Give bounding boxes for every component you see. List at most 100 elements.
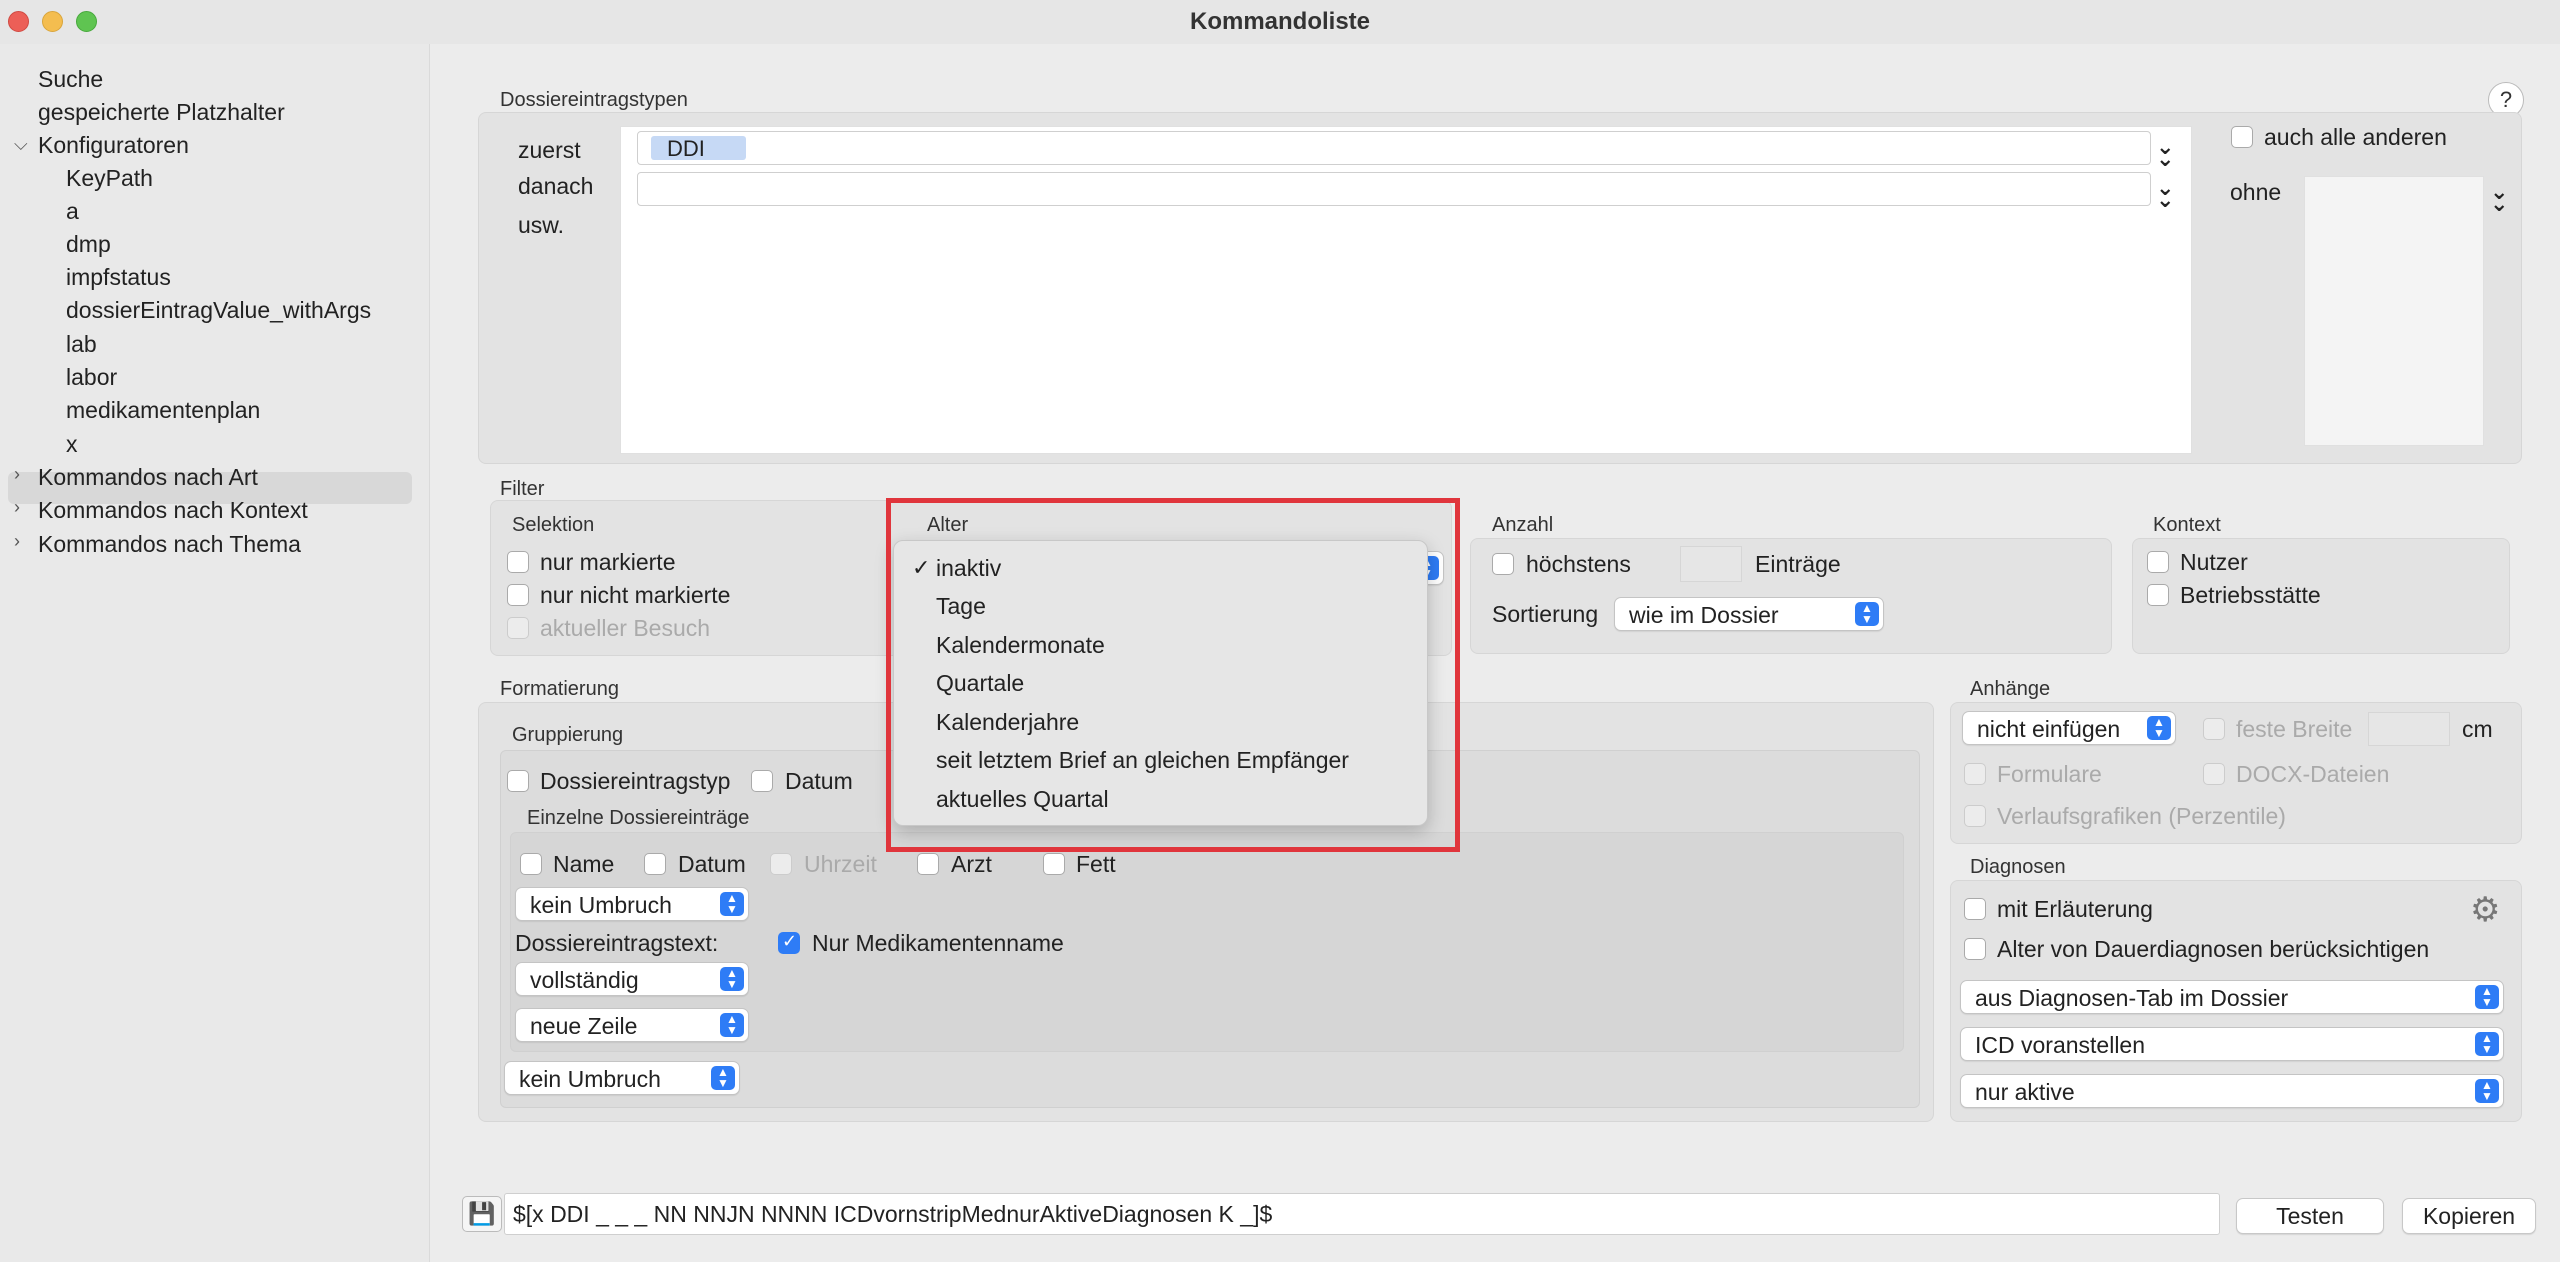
at-most-checkbox[interactable] — [1492, 553, 1514, 575]
attachments-section-label: Anhänge — [1970, 678, 2051, 700]
with-explanation-checkbox[interactable] — [1964, 898, 1986, 920]
sidebar-item-kommandos-nach-thema[interactable]: Kommandos nach Thema — [38, 531, 301, 558]
forms-checkbox[interactable] — [1964, 763, 1986, 785]
selection-title: Selektion — [512, 514, 595, 536]
current-visit-checkbox[interactable] — [507, 617, 529, 639]
entry-date-checkbox[interactable] — [644, 853, 666, 875]
sidebar-item-gespeicherte-platzhalter[interactable]: gespeicherte Platzhalter — [38, 99, 285, 126]
doctor-checkbox[interactable] — [917, 853, 939, 875]
copy-button[interactable]: Kopieren — [2402, 1198, 2536, 1234]
docx-label: DOCX-Dateien — [2236, 761, 2390, 787]
sidebar-item-a[interactable]: a — [66, 198, 79, 225]
ddi-token[interactable]: DDI — [651, 136, 746, 161]
entry-date-label: Datum — [678, 851, 746, 877]
count-title: Anzahl — [1492, 514, 1554, 536]
sidebar: Suche gespeicherte Platzhalter ⌵ Konfigu… — [0, 44, 430, 1262]
forms-label: Formulare — [1997, 761, 2102, 787]
sort-popup[interactable]: wie im Dossier ▲ ▼ — [1614, 597, 1884, 631]
then-type-field[interactable] — [637, 172, 2151, 206]
site-label: Betriebsstätte — [2180, 582, 2321, 608]
group-by-type-checkbox[interactable] — [507, 770, 529, 792]
first-label: zuerst — [518, 137, 581, 163]
with-explanation-label: mit Erläuterung — [1997, 896, 2153, 922]
sidebar-item-x[interactable]: x — [66, 431, 78, 458]
charts-checkbox[interactable] — [1964, 805, 1986, 827]
site-checkbox[interactable] — [2147, 584, 2169, 606]
time-checkbox[interactable] — [770, 853, 792, 875]
sidebar-item-dossiereintragvalue[interactable]: dossierEintragValue_withArgs — [66, 297, 371, 324]
sidebar-item-konfiguratoren[interactable]: Konfiguratoren — [38, 132, 189, 159]
name-label: Name — [553, 851, 615, 877]
active-popup[interactable]: nur aktive ▲ ▼ — [1960, 1074, 2504, 1108]
sidebar-item-kommandos-nach-kontext[interactable]: Kommandos nach Kontext — [38, 497, 308, 524]
chevron-right-icon[interactable]: › — [14, 531, 20, 552]
title-bar: Kommandoliste — [0, 0, 2560, 44]
chevron-double-down-icon[interactable]: ⌄ ⌄ — [2156, 177, 2174, 211]
sidebar-item-keypath[interactable]: KeyPath — [66, 165, 153, 192]
entry-text-label: Dossiereintragstext: — [515, 930, 719, 956]
all-others-checkbox[interactable] — [2231, 126, 2253, 148]
sidebar-item-medikamentenplan[interactable]: medikamentenplan — [66, 397, 260, 424]
then-label: danach — [518, 173, 594, 199]
attachments-insert-popup[interactable]: nicht einfügen ▲ ▼ — [1962, 711, 2176, 745]
grouping-title: Gruppierung — [512, 724, 624, 746]
age-permanent-checkbox[interactable] — [1964, 938, 1986, 960]
newline-popup[interactable]: neue Zeile ▲ ▼ — [515, 1008, 749, 1042]
chevron-double-down-icon[interactable]: ⌄ ⌄ — [2156, 136, 2174, 170]
sidebar-item-lab[interactable]: lab — [66, 331, 97, 358]
entries-label: Einträge — [1755, 551, 1841, 577]
save-icon[interactable]: 💾 — [462, 1196, 502, 1232]
fixed-width-input[interactable] — [2368, 712, 2450, 746]
sidebar-item-labor[interactable]: labor — [66, 364, 117, 391]
without-label: ohne — [2230, 179, 2282, 205]
name-checkbox[interactable] — [520, 853, 542, 875]
bold-checkbox[interactable] — [1043, 853, 1065, 875]
test-button[interactable]: Testen — [2236, 1198, 2384, 1234]
at-most-input[interactable] — [1680, 546, 1742, 582]
types-section-label: Dossiereintragstypen — [500, 89, 688, 111]
window-title: Kommandoliste — [1189, 8, 1371, 35]
full-text-popup[interactable]: vollständig ▲ ▼ — [515, 962, 749, 996]
sidebar-item-impfstatus[interactable]: impfstatus — [66, 264, 171, 291]
med-only-checkbox[interactable] — [778, 931, 800, 954]
outer-wrap-popup[interactable]: kein Umbruch ▲ ▼ — [504, 1061, 740, 1095]
sidebar-item-dmp[interactable]: dmp — [66, 231, 111, 258]
diagnoses-source-popup[interactable]: aus Diagnosen-Tab im Dossier ▲ ▼ — [1960, 980, 2504, 1014]
time-label: Uhrzeit — [804, 851, 877, 877]
chevron-right-icon[interactable]: › — [14, 497, 20, 518]
first-type-field[interactable]: DDI — [637, 131, 2151, 165]
only-unmarked-checkbox[interactable] — [507, 584, 529, 606]
docx-checkbox[interactable] — [2203, 763, 2225, 785]
sort-label: Sortierung — [1492, 601, 1599, 627]
age-permanent-label: Alter von Dauerdiagnosen berücksichtigen — [1997, 936, 2430, 962]
only-unmarked-label: nur nicht markierte — [540, 582, 731, 608]
gear-icon[interactable]: ⚙ — [2470, 890, 2500, 930]
without-list[interactable] — [2304, 176, 2484, 446]
format-section-label: Formatierung — [500, 678, 619, 700]
etc-label: usw. — [518, 212, 565, 238]
only-marked-checkbox[interactable] — [507, 551, 529, 573]
bold-label: Fett — [1076, 851, 1116, 877]
only-marked-label: nur markierte — [540, 549, 676, 575]
fixed-width-label: feste Breite — [2236, 716, 2353, 742]
chevron-down-icon[interactable]: ⌵ — [14, 134, 28, 155]
cm-label: cm — [2462, 716, 2493, 742]
context-title: Kontext — [2153, 514, 2221, 536]
command-text: $[x DDI _ _ _ NN NNJN NNNN ICDvornstripM… — [513, 1201, 1273, 1227]
at-most-label: höchstens — [1526, 551, 1631, 577]
fixed-width-checkbox[interactable] — [2203, 718, 2225, 740]
chevron-right-icon[interactable]: › — [14, 464, 20, 485]
med-only-label: Nur Medikamentenname — [812, 930, 1064, 956]
sidebar-item-suche[interactable]: Suche — [38, 66, 103, 93]
user-checkbox[interactable] — [2147, 551, 2169, 573]
wrap-popup[interactable]: kein Umbruch ▲ ▼ — [515, 887, 749, 921]
single-entries-title: Einzelne Dossiereinträge — [527, 807, 750, 829]
sidebar-item-kommandos-nach-art[interactable]: Kommandos nach Art — [38, 464, 258, 491]
group-by-date-checkbox[interactable] — [751, 770, 773, 792]
chevron-double-down-icon[interactable]: ⌄ ⌄ — [2490, 181, 2508, 215]
group-by-type-label: Dossiereintragstyp — [540, 768, 731, 794]
icd-popup[interactable]: ICD voranstellen ▲ ▼ — [1960, 1027, 2504, 1061]
all-others-label: auch alle anderen — [2264, 124, 2447, 150]
user-label: Nutzer — [2180, 549, 2248, 575]
command-field[interactable]: $[x DDI _ _ _ NN NNJN NNNN ICDvornstripM… — [504, 1193, 2220, 1235]
